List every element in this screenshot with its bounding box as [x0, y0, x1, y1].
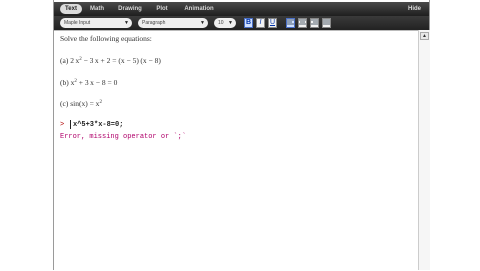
font-size-select[interactable]: 10 ▼ — [214, 18, 236, 28]
paragraph-style-select[interactable]: Paragraph ▼ — [138, 18, 208, 28]
font-size-value: 10 — [218, 20, 224, 26]
equation-c: (c) sin(x) = x2 — [60, 99, 102, 108]
format-toolbar: Maple Input ▼ Paragraph ▼ 10 ▼ B I U — [54, 16, 429, 30]
tab-plot[interactable]: Plot — [154, 4, 170, 14]
execution-prompt: > — [60, 121, 65, 129]
screen: Text Math Drawing Plot Animation Hide Ma… — [0, 0, 480, 271]
equation-b-rest: + 3 x − 8 = 0 — [76, 78, 118, 87]
chevron-down-icon: ▼ — [124, 20, 129, 26]
maple-input-command[interactable]: x^5+3*x-8=0; — [73, 121, 123, 129]
justify-button[interactable] — [322, 18, 331, 28]
chevron-down-icon: ▼ — [228, 20, 233, 26]
tab-animation[interactable]: Animation — [182, 4, 216, 14]
equation-b-prefix: (b) x — [60, 78, 75, 87]
chevron-down-icon: ▼ — [200, 20, 205, 26]
align-right-button[interactable] — [310, 18, 319, 28]
hide-toolbar-button[interactable]: Hide — [408, 4, 421, 14]
align-left-icon — [287, 19, 294, 25]
equation-a: (a) 2 x2 − 3 x + 2 = (x − 5) (x − 8) — [60, 56, 161, 65]
equation-c-prefix: (c) sin(x) = x — [60, 99, 100, 108]
equation-a-rest: − 3 x + 2 = (x − 5) (x − 8) — [81, 56, 161, 65]
tab-math[interactable]: Math — [88, 4, 106, 14]
error-message: Error, missing operator or `;` — [60, 133, 187, 141]
bold-button[interactable]: B — [244, 18, 253, 28]
maple-worksheet-window: Text Math Drawing Plot Animation Hide Ma… — [53, 0, 430, 271]
scroll-up-button[interactable]: ▲ — [420, 32, 429, 40]
input-style-select[interactable]: Maple Input ▼ — [60, 18, 132, 28]
justify-icon — [323, 19, 330, 25]
worksheet-document[interactable]: Solve the following equations: (a) 2 x2 … — [54, 30, 418, 271]
align-left-button[interactable] — [286, 18, 295, 28]
paragraph-style-value: Paragraph — [142, 20, 166, 26]
equation-b: (b) x2 + 3 x − 8 = 0 — [60, 78, 117, 87]
align-center-button[interactable] — [298, 18, 307, 28]
equation-a-prefix: (a) 2 x — [60, 56, 80, 65]
italic-button[interactable]: I — [256, 18, 265, 28]
align-center-icon — [299, 19, 306, 25]
input-style-value: Maple Input — [64, 20, 91, 26]
align-right-icon — [311, 19, 318, 25]
equation-c-exponent: 2 — [99, 100, 102, 105]
underline-button[interactable]: U — [268, 18, 277, 28]
instructions-text: Solve the following equations: — [60, 34, 152, 43]
tab-text[interactable]: Text — [60, 4, 82, 14]
palette-tab-bar: Text Math Drawing Plot Animation Hide — [54, 2, 429, 16]
vertical-scrollbar[interactable]: ▲ — [418, 30, 430, 270]
tab-drawing[interactable]: Drawing — [116, 4, 144, 14]
text-cursor — [70, 120, 71, 129]
